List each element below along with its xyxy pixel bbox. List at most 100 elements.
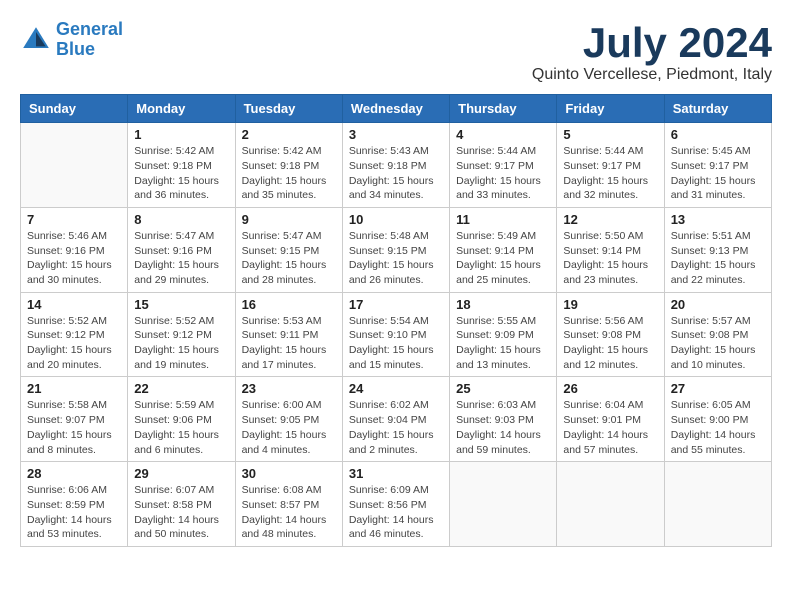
day-number: 16 (242, 297, 336, 312)
day-info: Sunrise: 5:46 AM Sunset: 9:16 PM Dayligh… (27, 229, 121, 288)
column-header-sunday: Sunday (21, 95, 128, 123)
calendar-cell: 7Sunrise: 5:46 AM Sunset: 9:16 PM Daylig… (21, 207, 128, 292)
day-number: 3 (349, 127, 443, 142)
calendar-cell: 5Sunrise: 5:44 AM Sunset: 9:17 PM Daylig… (557, 123, 664, 208)
day-info: Sunrise: 5:44 AM Sunset: 9:17 PM Dayligh… (456, 144, 550, 203)
calendar-cell: 4 Sunrise: 5:44 AM Sunset: 9:17 PM Daylig… (450, 123, 557, 208)
day-number: 8 (134, 212, 228, 227)
column-header-tuesday: Tuesday (235, 95, 342, 123)
day-number: 26 (563, 381, 657, 396)
day-number: 20 (671, 297, 765, 312)
calendar-cell: 28Sunrise: 6:06 AM Sunset: 8:59 PM Dayli… (21, 462, 128, 547)
day-info: Sunrise: 5:43 AM Sunset: 9:18 PM Dayligh… (349, 144, 443, 203)
page-header: General Blue July 2024 Quinto Vercellese… (20, 20, 772, 84)
calendar-cell: 26 Sunrise: 6:04 AM Sunset: 9:01 PM Dayli… (557, 377, 664, 462)
day-number: 13 (671, 212, 765, 227)
day-number: 19 (563, 297, 657, 312)
day-info: Sunrise: 5:42 AM Sunset: 9:18 PM Dayligh… (134, 144, 228, 203)
calendar-cell: 27 Sunrise: 6:05 AM Sunset: 9:00 PM Dayli… (664, 377, 771, 462)
calendar-cell: 21 Sunrise: 5:58 AM Sunset: 9:07 PM Dayli… (21, 377, 128, 462)
calendar-cell: 24 Sunrise: 6:02 AM Sunset: 9:04 PM Dayli… (342, 377, 449, 462)
day-number: 31 (349, 466, 443, 481)
day-number: 27 (671, 381, 765, 396)
calendar-cell: 1Sunrise: 5:42 AM Sunset: 9:18 PM Daylig… (128, 123, 235, 208)
day-info: Sunrise: 6:05 AM Sunset: 9:00 PM Dayligh… (671, 398, 765, 457)
calendar-week-row: 7Sunrise: 5:46 AM Sunset: 9:16 PM Daylig… (21, 207, 772, 292)
day-number: 24 (349, 381, 443, 396)
day-info: Sunrise: 6:04 AM Sunset: 9:01 PM Dayligh… (563, 398, 657, 457)
calendar-cell: 10 Sunrise: 5:48 AM Sunset: 9:15 PM Dayli… (342, 207, 449, 292)
calendar-cell: 15 Sunrise: 5:52 AM Sunset: 9:12 PM Dayli… (128, 292, 235, 377)
calendar-cell: 8 Sunrise: 5:47 AM Sunset: 9:16 PM Daylig… (128, 207, 235, 292)
calendar-cell: 2 Sunrise: 5:42 AM Sunset: 9:18 PM Daylig… (235, 123, 342, 208)
calendar-cell: 6 Sunrise: 5:45 AM Sunset: 9:17 PM Daylig… (664, 123, 771, 208)
column-header-saturday: Saturday (664, 95, 771, 123)
calendar-cell: 19 Sunrise: 5:56 AM Sunset: 9:08 PM Dayli… (557, 292, 664, 377)
calendar-cell: 29Sunrise: 6:07 AM Sunset: 8:58 PM Dayli… (128, 462, 235, 547)
day-info: Sunrise: 6:02 AM Sunset: 9:04 PM Dayligh… (349, 398, 443, 457)
day-info: Sunrise: 5:47 AM Sunset: 9:15 PM Dayligh… (242, 229, 336, 288)
calendar-cell: 12Sunrise: 5:50 AM Sunset: 9:14 PM Dayli… (557, 207, 664, 292)
day-info: Sunrise: 5:53 AM Sunset: 9:11 PM Dayligh… (242, 314, 336, 373)
day-number: 28 (27, 466, 121, 481)
calendar-cell: 3 Sunrise: 5:43 AM Sunset: 9:18 PM Daylig… (342, 123, 449, 208)
column-header-wednesday: Wednesday (342, 95, 449, 123)
day-info: Sunrise: 5:52 AM Sunset: 9:12 PM Dayligh… (134, 314, 228, 373)
day-info: Sunrise: 5:47 AM Sunset: 9:16 PM Dayligh… (134, 229, 228, 288)
day-info: Sunrise: 6:03 AM Sunset: 9:03 PM Dayligh… (456, 398, 550, 457)
month-title: July 2024 (532, 20, 772, 66)
day-info: Sunrise: 5:52 AM Sunset: 9:12 PM Dayligh… (27, 314, 121, 373)
calendar-cell: 16 Sunrise: 5:53 AM Sunset: 9:11 PM Dayli… (235, 292, 342, 377)
day-info: Sunrise: 5:54 AM Sunset: 9:10 PM Dayligh… (349, 314, 443, 373)
calendar-header-row: SundayMondayTuesdayWednesdayThursdayFrid… (21, 95, 772, 123)
day-info: Sunrise: 5:51 AM Sunset: 9:13 PM Dayligh… (671, 229, 765, 288)
day-number: 2 (242, 127, 336, 142)
day-number: 23 (242, 381, 336, 396)
calendar-cell: 25 Sunrise: 6:03 AM Sunset: 9:03 PM Dayli… (450, 377, 557, 462)
day-info: Sunrise: 6:09 AM Sunset: 8:56 PM Dayligh… (349, 483, 443, 542)
day-info: Sunrise: 5:42 AM Sunset: 9:18 PM Dayligh… (242, 144, 336, 203)
day-number: 11 (456, 212, 550, 227)
day-info: Sunrise: 5:58 AM Sunset: 9:07 PM Dayligh… (27, 398, 121, 457)
day-info: Sunrise: 6:00 AM Sunset: 9:05 PM Dayligh… (242, 398, 336, 457)
day-info: Sunrise: 5:59 AM Sunset: 9:06 PM Dayligh… (134, 398, 228, 457)
day-info: Sunrise: 5:57 AM Sunset: 9:08 PM Dayligh… (671, 314, 765, 373)
day-info: Sunrise: 5:48 AM Sunset: 9:15 PM Dayligh… (349, 229, 443, 288)
calendar-table: SundayMondayTuesdayWednesdayThursdayFrid… (20, 94, 772, 547)
logo-text: General Blue (56, 20, 123, 60)
calendar-cell (557, 462, 664, 547)
day-number: 9 (242, 212, 336, 227)
logo-line2: Blue (56, 39, 95, 59)
day-number: 17 (349, 297, 443, 312)
day-number: 4 (456, 127, 550, 142)
calendar-week-row: 1Sunrise: 5:42 AM Sunset: 9:18 PM Daylig… (21, 123, 772, 208)
calendar-cell: 11Sunrise: 5:49 AM Sunset: 9:14 PM Dayli… (450, 207, 557, 292)
day-number: 15 (134, 297, 228, 312)
day-number: 21 (27, 381, 121, 396)
day-number: 30 (242, 466, 336, 481)
column-header-monday: Monday (128, 95, 235, 123)
day-info: Sunrise: 6:08 AM Sunset: 8:57 PM Dayligh… (242, 483, 336, 542)
calendar-cell: 14Sunrise: 5:52 AM Sunset: 9:12 PM Dayli… (21, 292, 128, 377)
calendar-week-row: 28Sunrise: 6:06 AM Sunset: 8:59 PM Dayli… (21, 462, 772, 547)
calendar-cell (664, 462, 771, 547)
day-number: 18 (456, 297, 550, 312)
title-area: July 2024 Quinto Vercellese, Piedmont, I… (532, 20, 772, 84)
calendar-cell: 9 Sunrise: 5:47 AM Sunset: 9:15 PM Daylig… (235, 207, 342, 292)
day-info: Sunrise: 5:45 AM Sunset: 9:17 PM Dayligh… (671, 144, 765, 203)
calendar-week-row: 21 Sunrise: 5:58 AM Sunset: 9:07 PM Dayli… (21, 377, 772, 462)
calendar-cell (21, 123, 128, 208)
calendar-cell (450, 462, 557, 547)
day-number: 10 (349, 212, 443, 227)
calendar-cell: 23 Sunrise: 6:00 AM Sunset: 9:05 PM Dayli… (235, 377, 342, 462)
column-header-friday: Friday (557, 95, 664, 123)
day-info: Sunrise: 5:44 AM Sunset: 9:17 PM Dayligh… (563, 144, 657, 203)
location-title: Quinto Vercellese, Piedmont, Italy (532, 66, 772, 84)
day-info: Sunrise: 5:50 AM Sunset: 9:14 PM Dayligh… (563, 229, 657, 288)
day-number: 6 (671, 127, 765, 142)
day-info: Sunrise: 5:56 AM Sunset: 9:08 PM Dayligh… (563, 314, 657, 373)
calendar-cell: 13 Sunrise: 5:51 AM Sunset: 9:13 PM Dayli… (664, 207, 771, 292)
calendar-cell: 18Sunrise: 5:55 AM Sunset: 9:09 PM Dayli… (450, 292, 557, 377)
calendar-cell: 17 Sunrise: 5:54 AM Sunset: 9:10 PM Dayli… (342, 292, 449, 377)
day-number: 25 (456, 381, 550, 396)
